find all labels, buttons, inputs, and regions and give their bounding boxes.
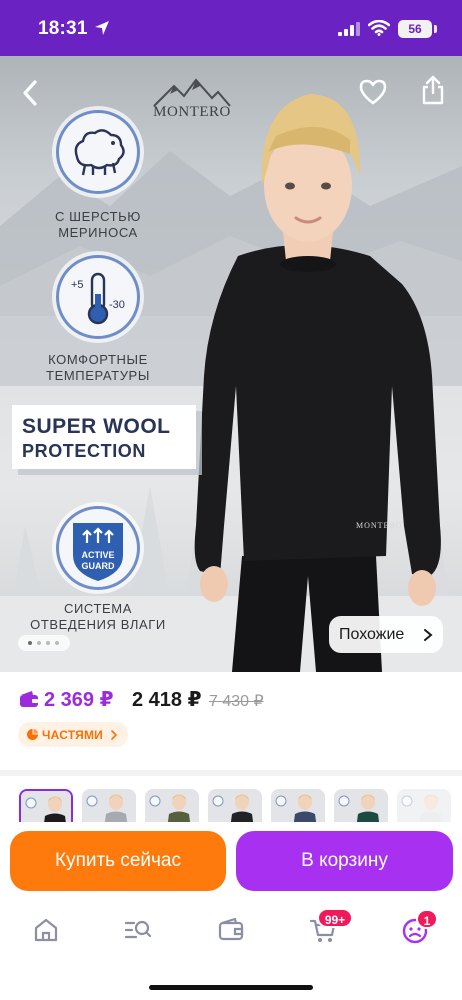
catalog-search-icon[interactable] (124, 916, 152, 944)
active-guard-icon (73, 523, 123, 581)
back-icon[interactable] (18, 78, 44, 108)
active-guard-line1: ACTIVE (81, 550, 115, 560)
home-indicator (149, 985, 313, 990)
cellular-signal-icon (338, 22, 360, 36)
installments-button[interactable]: ЧАСТЯМИ (18, 722, 128, 747)
wallet-price-icon (20, 691, 38, 707)
battery-indicator: 56 (398, 20, 432, 38)
buy-now-button[interactable]: Купить сейчас (10, 831, 226, 891)
location-arrow-icon (95, 21, 109, 35)
temperature-feature-badge: +5 -30 (56, 255, 140, 339)
carousel-dot (28, 641, 32, 645)
carousel-dot (46, 641, 50, 645)
chevron-right-icon (424, 629, 433, 641)
shirt-print: MONTERO (356, 521, 403, 530)
current-price: 2 418 ₽ (132, 689, 202, 711)
wifi-icon (368, 20, 390, 36)
battery-tip (434, 25, 437, 33)
temp-high-label: +5 (71, 279, 84, 291)
temperature-feature-label: КОМФОРТНЫЕ ТЕМПЕРАТУРЫ (46, 352, 150, 383)
active-guard-line2: GUARD (81, 561, 115, 571)
profile-notification-badge: 1 (416, 909, 438, 929)
brand-name: MONTERO (153, 104, 231, 120)
carousel-dot (37, 641, 41, 645)
home-icon[interactable] (32, 916, 60, 944)
carousel-dots (18, 635, 70, 651)
merino-feature-label: С ШЕРСТЬЮ МЕРИНОСА (54, 209, 142, 240)
temp-low-label: -30 (109, 299, 125, 311)
share-icon[interactable] (420, 74, 446, 106)
section-divider (0, 770, 462, 776)
active-guard-feature-badge: ACTIVE GUARD (56, 506, 140, 590)
thermometer-icon: +5 -30 (71, 272, 125, 325)
product-image-carousel[interactable]: MONTERO С ШЕРСТЬЮ МЕРИНОСА +5 -30 КОМФОР… (0, 56, 462, 672)
pie-chart-icon (27, 729, 38, 740)
status-time: 18:31 (38, 18, 88, 39)
chevron-right-icon (111, 730, 117, 740)
add-to-cart-button[interactable]: В корзину (236, 831, 453, 891)
status-bar: 18:31 56 (0, 0, 462, 56)
cart-count-badge: 99+ (317, 908, 353, 928)
old-price: 7 430 ₽ (209, 693, 264, 710)
merino-feature-badge (56, 110, 140, 194)
super-wool-banner: SUPER WOOL PROTECTION (12, 405, 196, 469)
merino-sheep-icon (74, 129, 125, 176)
moisture-feature-label: СИСТЕМА ОТВЕДЕНИЯ ВЛАГИ (30, 601, 166, 632)
favorite-heart-icon[interactable] (358, 78, 388, 106)
wallet-icon[interactable] (217, 916, 245, 944)
similar-button[interactable]: Похожие (329, 616, 443, 653)
carousel-dot (55, 641, 59, 645)
wallet-price: 2 369 ₽ (44, 689, 114, 711)
